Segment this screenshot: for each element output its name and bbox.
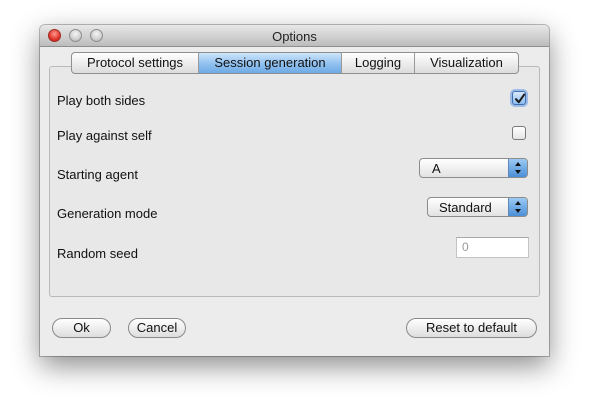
play-both-sides-checkbox[interactable] — [512, 91, 526, 105]
generation-mode-select[interactable]: Standard — [427, 197, 528, 217]
checkmark-icon — [515, 93, 526, 104]
starting-agent-label: Starting agent — [57, 167, 138, 182]
window-title: Options — [272, 29, 317, 44]
play-against-self-checkbox[interactable] — [512, 126, 526, 140]
starting-agent-value: A — [432, 161, 441, 176]
chevron-updown-icon — [508, 198, 527, 216]
tab-visualization[interactable]: Visualization — [415, 53, 518, 73]
cancel-button[interactable]: Cancel — [128, 318, 186, 338]
generation-mode-value: Standard — [439, 200, 492, 215]
play-against-self-label: Play against self — [57, 128, 152, 143]
chevron-updown-icon — [508, 159, 527, 177]
tab-protocol-settings[interactable]: Protocol settings — [72, 53, 199, 73]
title-bar[interactable]: Options — [40, 25, 549, 47]
random-seed-input[interactable]: 0 — [456, 237, 529, 258]
reset-to-default-button[interactable]: Reset to default — [406, 318, 537, 338]
generation-mode-label: Generation mode — [57, 206, 158, 221]
random-seed-label: Random seed — [57, 246, 138, 261]
options-window: Options Protocol settings Session genera… — [40, 25, 549, 356]
tab-bar: Protocol settings Session generation Log… — [71, 52, 519, 74]
tab-session-generation[interactable]: Session generation — [199, 53, 342, 73]
starting-agent-select[interactable]: A — [419, 158, 528, 178]
tab-logging[interactable]: Logging — [342, 53, 415, 73]
ok-button[interactable]: Ok — [52, 318, 111, 338]
play-both-sides-label: Play both sides — [57, 93, 146, 108]
